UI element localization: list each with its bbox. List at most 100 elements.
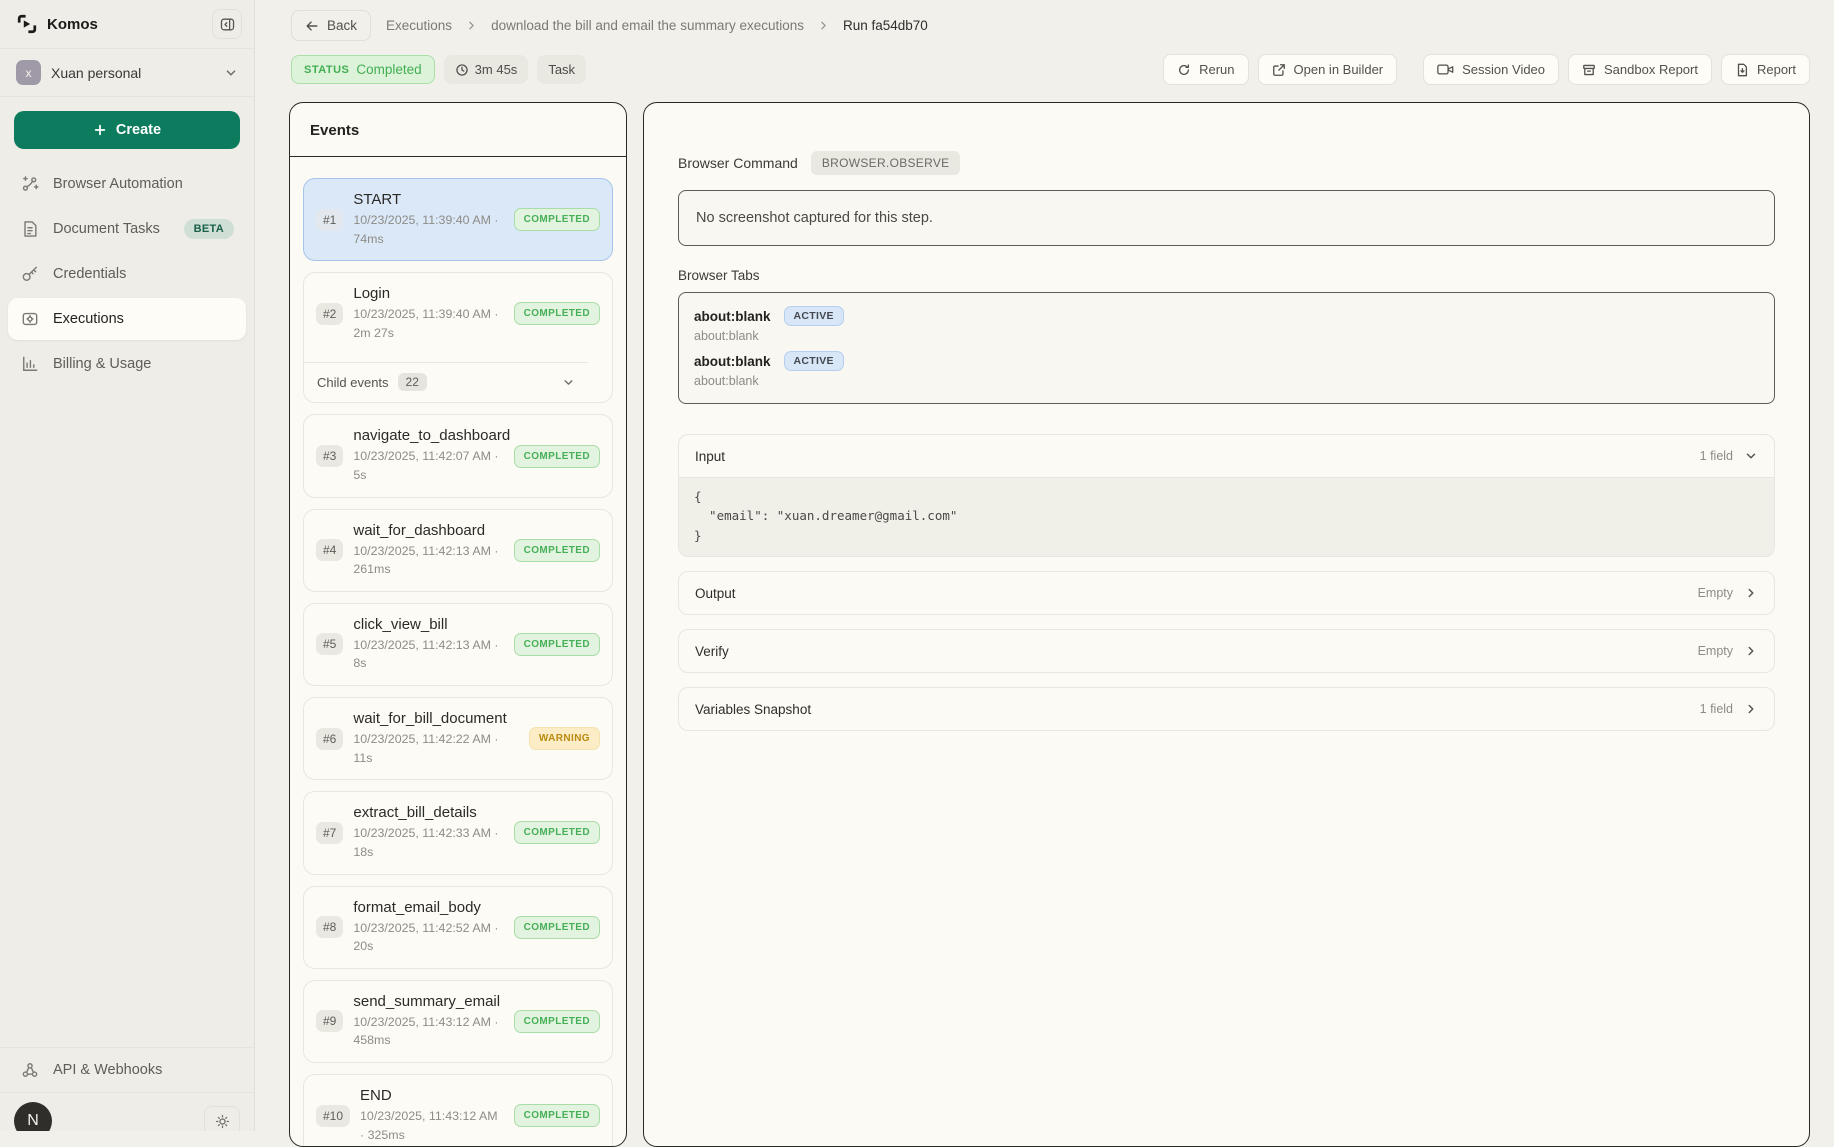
event-number-badge: #9 xyxy=(316,1010,343,1032)
event-card[interactable]: #7 extract_bill_details 10/23/2025, 11:4… xyxy=(303,791,613,874)
sidebar-header: Komos xyxy=(0,0,254,49)
event-number-badge: #8 xyxy=(316,916,343,938)
workspace-selector[interactable]: x Xuan personal xyxy=(0,49,254,97)
header-actions: Rerun Open in Builder Session Video Sand… xyxy=(1163,54,1810,85)
event-status-badge: COMPLETED xyxy=(514,916,600,939)
browser-tab-entry: about:blank ACTIVE about:blank xyxy=(694,303,1759,348)
event-body: extract_bill_details 10/23/2025, 11:42:3… xyxy=(353,804,503,861)
verify-empty-label: Empty xyxy=(1698,644,1733,658)
breadcrumb-item-executions[interactable]: Executions xyxy=(386,18,452,33)
event-number-badge: #1 xyxy=(316,209,343,231)
event-card[interactable]: #10 END 10/23/2025, 11:43:12 AM · 325ms … xyxy=(303,1074,613,1146)
event-title: click_view_bill xyxy=(353,616,503,633)
back-button[interactable]: Back xyxy=(291,10,371,41)
event-number-badge: #7 xyxy=(316,822,343,844)
event-body: wait_for_bill_document 10/23/2025, 11:42… xyxy=(353,710,519,767)
chevron-right-icon xyxy=(465,19,478,32)
session-video-button[interactable]: Session Video xyxy=(1423,54,1559,85)
arrow-left-icon xyxy=(305,19,319,33)
event-card[interactable]: #1 START 10/23/2025, 11:39:40 AM · 74ms … xyxy=(303,178,613,261)
tab-url: about:blank xyxy=(694,374,1759,388)
app-name: Komos xyxy=(47,16,98,33)
event-number-badge: #6 xyxy=(316,728,343,750)
input-section-header[interactable]: Input 1 field xyxy=(679,435,1774,477)
event-timestamp: 10/23/2025, 11:42:07 AM · 5s xyxy=(353,447,503,484)
sidebar-item-billing-usage[interactable]: Billing & Usage xyxy=(8,343,246,385)
event-number-badge: #5 xyxy=(316,633,343,655)
chevron-down-icon xyxy=(1744,449,1758,463)
browser-tab-entry: about:blank ACTIVE about:blank xyxy=(694,348,1759,393)
event-timestamp: 10/23/2025, 11:42:13 AM · 261ms xyxy=(353,542,503,579)
report-button[interactable]: Report xyxy=(1721,54,1810,85)
event-title: END xyxy=(360,1087,504,1104)
bar-chart-icon xyxy=(20,354,40,374)
input-section: Input 1 field { "email": "xuan.dreamer@g… xyxy=(678,434,1775,557)
archive-box-icon xyxy=(1582,63,1596,77)
duration-badge: 3m 45s xyxy=(444,55,529,84)
panel-collapse-icon xyxy=(219,16,236,33)
event-number-badge: #10 xyxy=(316,1105,350,1127)
event-title: wait_for_bill_document xyxy=(353,710,519,727)
input-section-body: { "email": "xuan.dreamer@gmail.com" } xyxy=(679,477,1774,556)
event-body: navigate_to_dashboard 10/23/2025, 11:42:… xyxy=(353,427,503,484)
breadcrumb-item-run: Run fa54db70 xyxy=(843,18,928,33)
tab-title: about:blank xyxy=(694,354,771,369)
variables-snapshot-header[interactable]: Variables Snapshot 1 field xyxy=(679,688,1774,730)
event-title: START xyxy=(353,191,503,208)
event-title: send_summary_email xyxy=(353,993,503,1010)
event-card[interactable]: #4 wait_for_dashboard 10/23/2025, 11:42:… xyxy=(303,509,613,592)
sidebar-collapse-button[interactable] xyxy=(212,9,242,39)
sidebar-item-api-webhooks[interactable]: API & Webhooks xyxy=(0,1047,254,1093)
event-body: wait_for_dashboard 10/23/2025, 11:42:13 … xyxy=(353,522,503,579)
event-card[interactable]: #9 send_summary_email 10/23/2025, 11:43:… xyxy=(303,980,613,1063)
theme-toggle-button[interactable] xyxy=(204,1106,240,1131)
event-timestamp: 10/23/2025, 11:42:33 AM · 18s xyxy=(353,824,503,861)
event-body: Login 10/23/2025, 11:39:40 AM · 2m 27s xyxy=(353,285,503,342)
event-body: send_summary_email 10/23/2025, 11:43:12 … xyxy=(353,993,503,1050)
user-avatar[interactable]: N xyxy=(14,1102,52,1131)
video-camera-icon xyxy=(1437,63,1454,76)
chevron-down-icon xyxy=(562,376,575,389)
event-title: extract_bill_details xyxy=(353,804,503,821)
create-button[interactable]: Create xyxy=(14,111,240,149)
breadcrumb: Back Executions download the bill and em… xyxy=(291,10,1810,41)
output-section-header[interactable]: Output Empty xyxy=(679,572,1774,614)
event-card[interactable]: #3 navigate_to_dashboard 10/23/2025, 11:… xyxy=(303,414,613,497)
verify-section-header[interactable]: Verify Empty xyxy=(679,630,1774,672)
event-status-badge: COMPLETED xyxy=(514,539,600,562)
sidebar: Komos x Xuan personal Create xyxy=(0,0,255,1131)
open-in-builder-button[interactable]: Open in Builder xyxy=(1258,54,1398,85)
executions-icon xyxy=(20,309,40,329)
child-events-row[interactable]: Child events 22 xyxy=(304,362,588,402)
status-badge: STATUS Completed xyxy=(291,55,435,84)
sidebar-item-credentials[interactable]: Credentials xyxy=(8,253,246,295)
event-timestamp: 10/23/2025, 11:39:40 AM · 2m 27s xyxy=(353,305,503,342)
rerun-button[interactable]: Rerun xyxy=(1163,54,1248,85)
event-timestamp: 10/23/2025, 11:43:12 AM · 325ms xyxy=(360,1107,504,1144)
beta-badge: BETA xyxy=(184,219,234,239)
chevron-right-icon xyxy=(1744,644,1758,658)
event-status-badge: COMPLETED xyxy=(514,821,600,844)
sidebar-item-browser-automation[interactable]: Browser Automation xyxy=(8,163,246,205)
event-number-badge: #2 xyxy=(316,303,343,325)
sidebar-footer: API & Webhooks N xyxy=(0,1047,254,1131)
output-section: Output Empty xyxy=(678,571,1775,615)
event-number-badge: #4 xyxy=(316,539,343,561)
event-card[interactable]: #6 wait_for_bill_document 10/23/2025, 11… xyxy=(303,697,613,780)
event-card[interactable]: #8 format_email_body 10/23/2025, 11:42:5… xyxy=(303,886,613,969)
sun-icon xyxy=(214,1113,231,1130)
external-link-icon xyxy=(1272,63,1286,77)
event-timestamp: 10/23/2025, 11:42:52 AM · 20s xyxy=(353,919,503,956)
event-card[interactable]: #2 Login 10/23/2025, 11:39:40 AM · 2m 27… xyxy=(303,272,613,403)
chevron-right-icon xyxy=(1744,702,1758,716)
task-type-badge: Task xyxy=(537,55,586,84)
breadcrumb-item-workflow[interactable]: download the bill and email the summary … xyxy=(491,18,804,33)
sandbox-report-button[interactable]: Sandbox Report xyxy=(1568,54,1712,85)
event-card[interactable]: #5 click_view_bill 10/23/2025, 11:42:13 … xyxy=(303,603,613,686)
sidebar-item-executions[interactable]: Executions xyxy=(8,298,246,340)
sidebar-item-document-tasks[interactable]: Document Tasks BETA xyxy=(8,208,246,250)
event-status-badge: COMPLETED xyxy=(514,633,600,656)
browser-tabs-label: Browser Tabs xyxy=(678,268,1775,283)
event-number-badge: #3 xyxy=(316,445,343,467)
workspace-avatar: x xyxy=(16,60,41,85)
